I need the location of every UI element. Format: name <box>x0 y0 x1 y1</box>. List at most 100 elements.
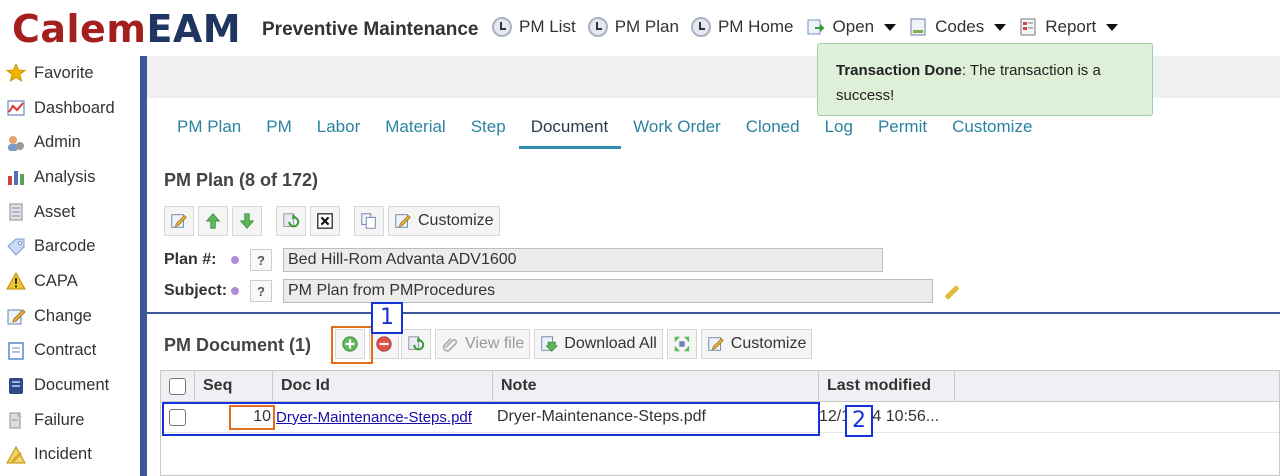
cell-note: Dryer-Maintenance-Steps.pdf <box>497 408 706 425</box>
main-panel: PM Plan PM Labor Material Step Document … <box>147 56 1280 476</box>
document-toolbar: View file Download All Customize <box>335 329 816 359</box>
sidebar-item-document[interactable]: Document <box>0 368 140 403</box>
sidebar-item-failure[interactable]: Failure <box>0 403 140 438</box>
plan-number-input[interactable]: Bed Hill-Rom Advanta ADV1600 <box>283 248 883 272</box>
open-icon <box>807 19 824 35</box>
sidebar-item-label: Analysis <box>34 167 96 186</box>
clock-icon <box>690 17 711 37</box>
form-toolbar: Customize <box>164 206 504 236</box>
view-file-button[interactable]: View file <box>435 329 531 359</box>
column-header-filler <box>955 371 1279 401</box>
pencil-icon[interactable] <box>941 281 961 301</box>
refresh-icon <box>283 213 300 228</box>
arrow-up-icon <box>205 213 221 229</box>
menu-open[interactable]: Open <box>806 17 897 37</box>
menu-pm-list[interactable]: PM List <box>492 17 576 37</box>
tab-document[interactable]: Document <box>518 106 622 149</box>
select-all-checkbox[interactable] <box>169 377 186 395</box>
menu-pm-plan[interactable]: PM Plan <box>587 17 679 37</box>
star-icon <box>6 63 26 83</box>
row-checkbox[interactable] <box>169 408 186 426</box>
menu-codes[interactable]: Codes <box>908 17 1007 37</box>
expand-button[interactable] <box>666 329 697 359</box>
sidebar-item-label: Contract <box>34 341 97 360</box>
refresh-documents-button[interactable] <box>401 329 431 359</box>
pm-document-title: PM Document (1) <box>164 335 312 355</box>
annotation-label-2: 2 <box>845 405 873 437</box>
edit-button[interactable] <box>164 206 194 236</box>
column-header-last-modified[interactable]: Last modified <box>819 371 955 401</box>
sidebar-item-admin[interactable]: Admin <box>0 125 140 160</box>
download-all-label: Download All <box>564 335 657 352</box>
top-menu: PM List PM Plan PM Home Open Codes Repor… <box>492 17 1130 37</box>
sidebar-item-change[interactable]: Change <box>0 299 140 334</box>
column-header-doc-id[interactable]: Doc Id <box>273 371 493 401</box>
tab-material[interactable]: Material <box>373 106 458 149</box>
contract-icon <box>8 342 24 360</box>
report-icon <box>1020 18 1036 36</box>
tab-labor[interactable]: Labor <box>305 106 373 149</box>
menu-report[interactable]: Report <box>1018 17 1119 37</box>
sidebar-item-label: Incident <box>34 445 92 464</box>
sidebar-item-label: Asset <box>34 202 76 221</box>
tab-work-order[interactable]: Work Order <box>621 106 734 149</box>
field-subject: Subject: ? PM Plan from PMProcedures <box>164 279 961 303</box>
copy-button[interactable] <box>354 206 384 236</box>
sidebar-item-label: Dashboard <box>34 98 115 117</box>
tab-cloned[interactable]: Cloned <box>734 106 813 149</box>
field-plan-number: Plan #: ? Bed Hill-Rom Advanta ADV1600 <box>164 248 883 272</box>
menu-open-label: Open <box>832 17 875 36</box>
cell-last-modified: 12/16/24 10:56... <box>819 408 940 425</box>
download-all-button[interactable]: Download All <box>534 329 663 359</box>
chevron-down-icon <box>994 23 1007 31</box>
close-button[interactable] <box>310 206 340 236</box>
calemeam-logo[interactable]: CalemEAM <box>12 6 241 52</box>
section-divider <box>147 312 1280 314</box>
sidebar-item-label: Failure <box>34 410 85 429</box>
warning-icon <box>6 272 26 290</box>
edit-icon <box>7 309 26 325</box>
refresh-button[interactable] <box>276 206 306 236</box>
tab-step[interactable]: Step <box>459 106 519 149</box>
next-record-button[interactable] <box>232 206 262 236</box>
sidebar-item-incident[interactable]: Incident <box>0 438 140 473</box>
sidebar-item-analysis[interactable]: Analysis <box>0 160 140 195</box>
menu-pm-home[interactable]: PM Home <box>690 17 794 37</box>
transaction-toast[interactable]: Transaction Done: The transaction is a s… <box>817 43 1153 116</box>
sidebar-item-asset[interactable]: Asset <box>0 195 140 230</box>
expand-icon <box>674 336 689 352</box>
sidebar-item-favorite[interactable]: Favorite <box>0 56 140 91</box>
logo-calem-text: Calem <box>12 7 147 51</box>
tab-pm-plan[interactable]: PM Plan <box>165 106 254 149</box>
failure-icon <box>9 412 22 429</box>
sidebar-item-contract[interactable]: Contract <box>0 334 140 369</box>
add-document-button[interactable] <box>335 329 365 359</box>
customize-button-label: Customize <box>418 212 494 229</box>
tag-icon <box>7 238 25 256</box>
doc-id-link[interactable]: Dryer-Maintenance-Steps.pdf <box>276 409 472 426</box>
add-icon <box>342 336 358 352</box>
customize-button[interactable]: Customize <box>388 206 500 236</box>
plan-number-label: Plan #: <box>164 251 217 268</box>
column-header-note[interactable]: Note <box>493 371 819 401</box>
customize-documents-button[interactable]: Customize <box>700 329 813 359</box>
column-header-seq[interactable]: Seq <box>195 371 273 401</box>
sidebar-item-barcode[interactable]: Barcode <box>0 229 140 264</box>
subject-help-button[interactable]: ? <box>250 280 272 302</box>
plan-number-help-button[interactable]: ? <box>250 249 272 271</box>
sidebar: Favorite Dashboard Admin Analysis Asset … <box>0 56 140 476</box>
document-icon <box>9 377 23 394</box>
sidebar-item-dashboard[interactable]: Dashboard <box>0 91 140 126</box>
tab-pm[interactable]: PM <box>254 106 305 149</box>
previous-record-button[interactable] <box>198 206 228 236</box>
menu-report-label: Report <box>1045 17 1097 36</box>
subject-input[interactable]: PM Plan from PMProcedures <box>283 279 933 303</box>
sidebar-item-capa[interactable]: CAPA <box>0 264 140 299</box>
annotation-label-1: 1 <box>371 302 403 334</box>
app-root: CalemEAM Preventive Maintenance PM List … <box>0 0 1280 476</box>
customize-icon <box>395 214 411 228</box>
close-icon <box>317 213 333 229</box>
table-row[interactable]: 10 Dryer-Maintenance-Steps.pdf Dryer-Mai… <box>161 402 1279 433</box>
document-icon <box>910 18 926 36</box>
refresh-icon <box>408 336 425 351</box>
